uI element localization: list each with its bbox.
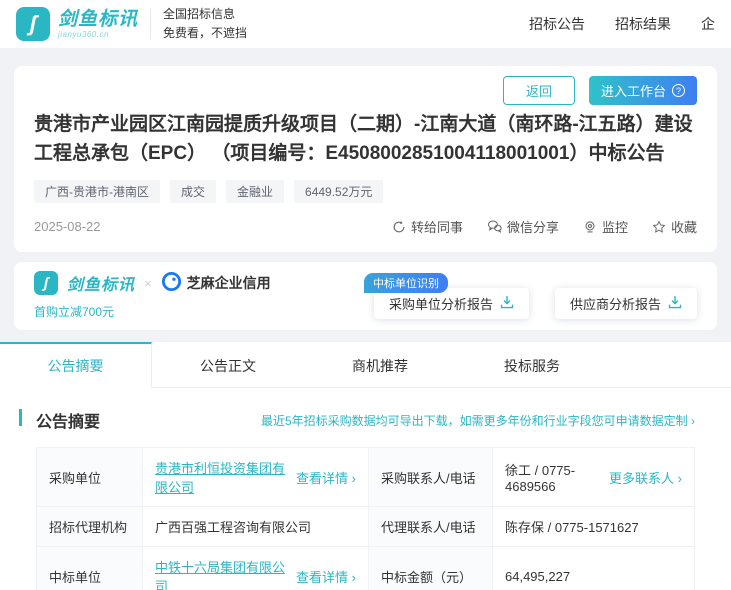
zhima-partner-label: 芝麻企业信用 [187,273,271,293]
agency-value: 广西百强工程咨询有限公司 [143,507,369,547]
announcement-title: 贵港市产业园区江南园提质升级项目（二期）-江南大道（南环路-江五路）建设工程总承… [34,111,697,168]
chevron-right-icon: › [352,471,356,486]
winning-amount-value: 64,495,227 [493,547,695,590]
chevron-right-icon: › [352,570,356,585]
forward-to-colleague-button[interactable]: 转给同事 [392,217,463,236]
brand-block: 剑鱼标讯 jianyu360.cn [58,10,138,39]
tab-opportunities[interactable]: 商机推荐 [304,342,456,387]
star-icon [652,220,666,234]
wechat-share-label: 微信分享 [507,217,559,236]
tagline-line1: 全国招标信息 [163,5,247,24]
wechat-share-button[interactable]: 微信分享 [487,217,559,236]
purchaser-contact-label: 采购联系人/电话 [369,448,493,507]
winner-view-detail-link[interactable]: 查看详情 › [296,567,356,586]
favorite-button[interactable]: 收藏 [652,217,697,236]
agency-contact-label: 代理联系人/电话 [369,507,493,547]
nav-item-enterprise-partial[interactable]: 企 [701,14,715,34]
purchaser-company-link[interactable]: 贵港市利恒投资集团有限公司 [155,458,288,496]
tag-region: 广西-贵港市-港南区 [34,180,160,203]
favorite-label: 收藏 [671,217,697,236]
purchaser-contact-value: 徐工 / 0775-4689566 [505,460,601,494]
monitor-button[interactable]: 监控 [583,217,628,236]
help-question-icon[interactable]: ? [672,84,685,97]
purchaser-report-label: 采购单位分析报告 [389,294,493,313]
purchaser-contact-cell: 徐工 / 0775-4689566 更多联系人 › [493,448,695,507]
purchaser-value-cell: 贵港市利恒投资集团有限公司 查看详情 › [143,448,369,507]
download-icon [668,295,682,312]
top-header: ʃ 剑鱼标讯 jianyu360.cn 全国招标信息 免费看，不遮挡 招标公告 … [0,0,731,48]
winner-label: 中标单位 [37,547,143,590]
monitor-icon [583,220,597,234]
agency-label: 招标代理机构 [37,507,143,547]
header-tagline: 全国招标信息 免费看，不遮挡 [163,5,247,43]
tab-full-text[interactable]: 公告正文 [152,342,304,387]
more-contacts-label: 更多联系人 [609,471,674,486]
monitor-label: 监控 [602,217,628,236]
action-bar: 转给同事 微信分享 监控 收藏 [392,217,697,236]
more-contacts-link[interactable]: 更多联系人 › [609,468,682,487]
summary-table: 采购单位 贵港市利恒投资集团有限公司 查看详情 › 采购联系人/电话 徐工 / … [36,447,695,590]
view-detail-label: 查看详情 [296,471,348,486]
download-icon [500,295,514,312]
table-row-agency: 招标代理机构 广西百强工程咨询有限公司 代理联系人/电话 陈存保 / 0775-… [37,507,695,547]
purchaser-view-detail-link[interactable]: 查看详情 › [296,468,356,487]
workspace-button-label: 进入工作台 [601,81,666,100]
tag-row: 广西-贵港市-港南区 成交 金融业 6449.52万元 [34,180,697,203]
table-row-purchaser: 采购单位 贵港市利恒投资集团有限公司 查看详情 › 采购联系人/电话 徐工 / … [37,448,695,507]
wechat-icon [487,219,502,234]
forward-label: 转给同事 [411,217,463,236]
winner-identify-badge: 中标单位识别 [364,273,448,293]
nav-item-bid-results[interactable]: 招标结果 [615,14,671,34]
summary-content: 公告摘要 最近5年招标采购数据均可导出下载，如需更多年份和行业字段您可申请数据定… [0,388,731,590]
tab-summary[interactable]: 公告摘要 [0,342,152,388]
jianyu-logo-icon: ʃ [16,7,50,41]
agency-contact-value: 陈存保 / 0775-1571627 [493,507,695,547]
brand-domain: jianyu360.cn [58,31,138,39]
meta-row: 2025-08-22 转给同事 微信分享 监控 [34,217,697,236]
supplier-report-label: 供应商分析报告 [570,294,661,313]
publish-date: 2025-08-22 [34,219,101,234]
nav-item-bid-announcements[interactable]: 招标公告 [529,14,585,34]
promo-left: ʃ 剑鱼标讯 × 芝麻企业信用 首购立减700元 [34,271,271,320]
table-row-winner: 中标单位 中铁十六局集团有限公司 查看详情 › 中标金额（元） 64,495,2… [37,547,695,590]
multiply-separator: × [144,276,152,291]
chevron-right-icon: › [691,414,695,428]
promo-card: ʃ 剑鱼标讯 × 芝麻企业信用 首购立减700元 中标单位识别 采购单位分析报告… [14,262,717,330]
announcement-toolbar: 返回 进入工作台 ? [34,76,697,105]
announcement-card: 返回 进入工作台 ? 贵港市产业园区江南园提质升级项目（二期）-江南大道（南环路… [14,66,717,252]
jianyu-brand-name: 剑鱼标讯 [67,271,135,295]
data-export-link[interactable]: 最近5年招标采购数据均可导出下载，如需更多年份和行业字段您可申请数据定制 › [261,412,695,429]
brand-name: 剑鱼标讯 [58,10,138,29]
data-export-link-label: 最近5年招标采购数据均可导出下载，如需更多年份和行业字段您可申请数据定制 [261,414,688,428]
tag-status: 成交 [170,180,216,203]
tab-bar: 公告摘要 公告正文 商机推荐 投标服务 [0,342,731,388]
winner-value-cell: 中铁十六局集团有限公司 查看详情 › [143,547,369,590]
summary-section-title: 公告摘要 [36,408,100,432]
supplier-report-button[interactable]: 供应商分析报告 [555,288,697,319]
back-button[interactable]: 返回 [503,76,575,105]
winning-amount-label: 中标金额（元） [369,547,493,590]
zhima-logo-icon [161,271,182,295]
tag-industry: 金融业 [226,180,284,203]
header-divider [150,9,151,39]
zhima-partner: 芝麻企业信用 [161,271,271,295]
forward-icon [392,220,406,234]
summary-header: 公告摘要 最近5年招标采购数据均可导出下载，如需更多年份和行业字段您可申请数据定… [36,408,695,432]
top-nav: 招标公告 招标结果 企 [529,14,715,34]
section-accent-bar [19,409,22,426]
workspace-button[interactable]: 进入工作台 ? [589,76,697,105]
tab-bidding-services[interactable]: 投标服务 [456,342,608,387]
winner-company-link[interactable]: 中铁十六局集团有限公司 [155,557,288,590]
partner-logos-row: ʃ 剑鱼标讯 × 芝麻企业信用 [34,271,271,295]
tagline-line2: 免费看，不遮挡 [163,24,247,43]
jianyu-logo-icon-small: ʃ [34,271,58,295]
report-buttons-group: 中标单位识别 采购单位分析报告 供应商分析报告 [374,288,697,319]
view-detail-label: 查看详情 [296,570,348,585]
chevron-right-icon: › [678,471,682,486]
promo-discount-text: 首购立减700元 [34,303,271,320]
tag-amount: 6449.52万元 [294,180,383,203]
purchaser-label: 采购单位 [37,448,143,507]
